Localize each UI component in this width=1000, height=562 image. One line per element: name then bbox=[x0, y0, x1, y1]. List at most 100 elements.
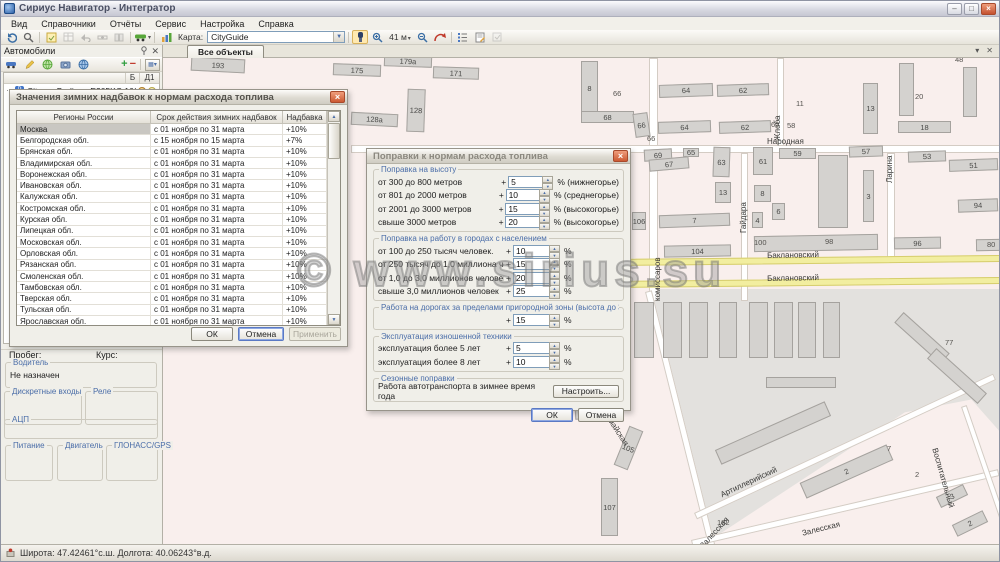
table-row[interactable]: Белгородская обл.с 15 ноября по 15 марта… bbox=[17, 135, 327, 146]
table-row[interactable]: Владимирская обл.с 01 ноября по 31 марта… bbox=[17, 158, 327, 169]
ok-button[interactable]: ОК bbox=[531, 408, 573, 422]
close-icon[interactable]: × bbox=[613, 150, 628, 162]
table-row[interactable]: Костромская обл.с 01 ноября по 31 марта+… bbox=[17, 203, 327, 214]
spinner-value[interactable]: 10 bbox=[506, 189, 539, 201]
spin-up-icon[interactable]: ▲ bbox=[549, 285, 560, 292]
pin-icon[interactable] bbox=[140, 46, 148, 57]
spin-up-icon[interactable]: ▲ bbox=[542, 176, 553, 183]
spin-up-icon[interactable]: ▲ bbox=[549, 314, 560, 321]
table-row[interactable]: Курская обл.с 01 ноября по 31 марта+10% bbox=[17, 214, 327, 225]
spin-up-icon[interactable]: ▲ bbox=[549, 258, 560, 265]
menu-item[interactable]: Настройка bbox=[193, 19, 251, 29]
scale-select[interactable]: 41 м▾ bbox=[386, 32, 414, 42]
value-spinner[interactable]: 10▲▼ bbox=[513, 245, 560, 257]
table-row[interactable]: Воронежская обл.с 01 ноября по 31 марта+… bbox=[17, 169, 327, 180]
cancel-button[interactable]: Отмена bbox=[578, 408, 624, 422]
value-spinner[interactable]: 10▲▼ bbox=[506, 189, 550, 201]
spinner-value[interactable]: 15 bbox=[505, 203, 538, 215]
spinner-value[interactable]: 25 bbox=[513, 285, 549, 297]
value-spinner[interactable]: 15▲▼ bbox=[513, 314, 560, 326]
maximize-button[interactable]: □ bbox=[964, 3, 979, 15]
cancel-button[interactable]: Отмена bbox=[238, 327, 284, 341]
table-row[interactable]: Брянская обл.с 01 ноября по 31 марта+10% bbox=[17, 147, 327, 158]
spinner-value[interactable]: 20 bbox=[513, 272, 549, 284]
menu-item[interactable]: Справка bbox=[251, 19, 300, 29]
spin-up-icon[interactable]: ▲ bbox=[539, 189, 550, 196]
scroll-up-icon[interactable]: ▲ bbox=[328, 111, 340, 122]
spin-up-icon[interactable]: ▲ bbox=[549, 245, 560, 252]
close-button[interactable]: × bbox=[981, 3, 996, 15]
table-row[interactable]: Рязанская обл.с 01 ноября по 31 марта+10… bbox=[17, 260, 327, 271]
goto-icon[interactable] bbox=[432, 30, 448, 44]
winter-dialog-titlebar[interactable]: Значения зимних надбавок к нормам расход… bbox=[10, 90, 347, 105]
panel-close-icon[interactable]: ✕ bbox=[151, 47, 159, 56]
table-row[interactable]: Орловская обл.с 01 ноября по 31 марта+10… bbox=[17, 248, 327, 259]
spin-down-icon[interactable]: ▼ bbox=[549, 321, 560, 328]
remove-vehicle-button[interactable]: − bbox=[130, 59, 136, 70]
spinner-value[interactable]: 15 bbox=[513, 314, 549, 326]
spin-up-icon[interactable]: ▲ bbox=[549, 356, 560, 363]
spinner-value[interactable]: 10 bbox=[513, 356, 549, 368]
table-row[interactable]: Калужская обл.с 01 ноября по 31 марта+10… bbox=[17, 192, 327, 203]
search-icon[interactable] bbox=[20, 30, 36, 44]
spin-up-icon[interactable]: ▲ bbox=[549, 342, 560, 349]
table-scrollbar[interactable]: ▲ ▼ bbox=[327, 111, 340, 325]
value-spinner[interactable]: 15▲▼ bbox=[505, 203, 549, 215]
zoom-out-icon[interactable] bbox=[415, 30, 431, 44]
tab-close-icon[interactable]: ✕ bbox=[986, 46, 993, 55]
menu-item[interactable]: Справочники bbox=[34, 19, 103, 29]
camera-icon[interactable] bbox=[57, 58, 73, 72]
spin-up-icon[interactable]: ▲ bbox=[549, 272, 560, 279]
globe-icon[interactable] bbox=[39, 58, 55, 72]
spin-down-icon[interactable]: ▼ bbox=[549, 292, 560, 299]
apply-button[interactable]: Применить bbox=[289, 327, 341, 341]
spinner-value[interactable]: 20 bbox=[505, 216, 538, 228]
table-row[interactable]: Ивановская обл.с 01 ноября по 31 марта+1… bbox=[17, 180, 327, 191]
table-row[interactable]: Ярославская обл.с 01 ноября по 31 марта+… bbox=[17, 316, 327, 326]
tab-dropdown-icon[interactable]: ▾ bbox=[975, 46, 979, 55]
zoom-in-icon[interactable] bbox=[369, 30, 385, 44]
vehicle-icon[interactable]: ▾ bbox=[134, 30, 151, 44]
track-mode-icon[interactable] bbox=[352, 30, 368, 44]
list-icon[interactable] bbox=[455, 30, 471, 44]
column-b[interactable]: Б bbox=[125, 73, 139, 83]
value-spinner[interactable]: 20▲▼ bbox=[513, 272, 560, 284]
ok-button[interactable]: ОК bbox=[191, 327, 233, 341]
scroll-down-icon[interactable]: ▼ bbox=[328, 314, 340, 325]
configure-button[interactable]: Настроить... bbox=[553, 385, 619, 398]
table-row[interactable]: Тульская обл.с 01 ноября по 31 марта+10% bbox=[17, 305, 327, 316]
value-spinner[interactable]: 15▲▼ bbox=[513, 258, 560, 270]
close-icon[interactable]: × bbox=[330, 91, 345, 103]
table-row[interactable]: Москвас 01 ноября по 31 марта+10% bbox=[17, 124, 327, 135]
tab-all-objects[interactable]: Все объекты bbox=[187, 45, 264, 58]
value-spinner[interactable]: 5▲▼ bbox=[508, 176, 553, 188]
spinner-value[interactable]: 5 bbox=[513, 342, 549, 354]
chevron-down-icon[interactable]: ▼ bbox=[333, 32, 344, 42]
spin-down-icon[interactable]: ▼ bbox=[549, 363, 560, 370]
corrections-dialog-titlebar[interactable]: Поправки к нормам расхода топлива × bbox=[367, 149, 630, 164]
minimize-button[interactable]: – bbox=[947, 3, 962, 15]
add-vehicle-button[interactable]: + bbox=[121, 59, 127, 70]
table-row[interactable]: Липецкая обл.с 01 ноября по 31 марта+10% bbox=[17, 226, 327, 237]
globe-blue-icon[interactable] bbox=[75, 58, 91, 72]
map-select[interactable]: CityGuide▼ bbox=[207, 31, 345, 43]
value-spinner[interactable]: 5▲▼ bbox=[513, 342, 560, 354]
menu-item[interactable]: Вид bbox=[4, 19, 34, 29]
value-spinner[interactable]: 10▲▼ bbox=[513, 356, 560, 368]
column-regions[interactable]: Регионы России bbox=[17, 111, 151, 123]
spin-up-icon[interactable]: ▲ bbox=[539, 203, 550, 210]
table-row[interactable]: Тверская обл.с 01 ноября по 31 марта+10% bbox=[17, 293, 327, 304]
table-row[interactable]: Тамбовская обл.с 01 ноября по 31 марта+1… bbox=[17, 282, 327, 293]
value-spinner[interactable]: 25▲▼ bbox=[513, 285, 560, 297]
chart-icon[interactable] bbox=[158, 30, 174, 44]
value-spinner[interactable]: 20▲▼ bbox=[505, 216, 549, 228]
report-edit-icon[interactable] bbox=[472, 30, 488, 44]
column-period[interactable]: Срок действия зимних надбавок bbox=[151, 111, 283, 123]
table-row[interactable]: Смоленская обл.с 01 ноября по 31 марта+1… bbox=[17, 271, 327, 282]
column-d1[interactable]: Д1 bbox=[139, 73, 159, 83]
table-row[interactable]: Московская обл.с 01 ноября по 31 марта+1… bbox=[17, 237, 327, 248]
spinner-value[interactable]: 15 bbox=[513, 258, 549, 270]
scroll-thumb[interactable] bbox=[328, 123, 340, 159]
pencil-icon[interactable] bbox=[21, 58, 37, 72]
spinner-value[interactable]: 10 bbox=[513, 245, 549, 257]
